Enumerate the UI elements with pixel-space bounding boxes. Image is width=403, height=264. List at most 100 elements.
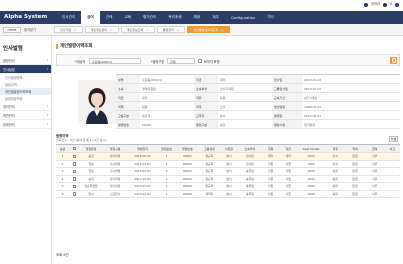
history-count: 조회건수 : 6건 (총 6건 중 1~6건 표시) [56, 138, 107, 142]
column-header[interactable]: 순번 [56, 144, 70, 153]
row-checkbox[interactable] [72, 169, 77, 173]
search-button[interactable] [390, 57, 397, 64]
column-header[interactable]: 직무 [325, 144, 346, 153]
profile-value: 2013.01.02 [304, 87, 322, 91]
table-cell: - [384, 175, 400, 183]
table-cell: 신규입사 [102, 190, 129, 198]
column-header[interactable]: 발령구분 [102, 144, 129, 153]
row-checkbox[interactable] [72, 177, 77, 181]
notification-count: 0 [389, 2, 392, 7]
nav-item[interactable]: Configuration [225, 11, 261, 24]
sidebar-item[interactable]: 발령관리 › [0, 56, 51, 65]
close-icon[interactable]: × [74, 28, 77, 32]
nav-item[interactable]: 급여 [81, 11, 100, 24]
nav-item[interactable]: 평가관리 [137, 11, 162, 24]
nav-item[interactable]: 교육 [118, 11, 137, 24]
table-cell: 사원 [279, 160, 297, 168]
tab-item[interactable]: 개인정보관리 × [84, 26, 119, 33]
favorites-link[interactable]: 즐겨찾기 [24, 27, 36, 32]
home-button[interactable]: HOME [3, 27, 21, 33]
row-checkbox[interactable] [72, 154, 77, 158]
column-header[interactable]: 고용형태 [198, 144, 221, 153]
row-checkbox[interactable] [72, 162, 77, 166]
chevron-icon: › [46, 104, 48, 108]
table-row[interactable]: 5 정규직전환 정기발령 2013.07.01 1 00005 정규직 본사 총무팀 사원 사원 10… [56, 182, 400, 191]
sidebar-item[interactable]: 징계관리 › [0, 120, 51, 129]
profile-value: 대리 [142, 96, 148, 100]
profile-value: 인사 [220, 105, 226, 109]
sidebar-title: 인사발령 [3, 46, 23, 52]
column-header[interactable]: 사업장 [220, 144, 238, 153]
tab-item[interactable]: 발령관리 × [156, 26, 186, 33]
profile-key: 발령일 [272, 111, 302, 119]
column-header[interactable]: 발령유형 [80, 144, 102, 153]
column-header[interactable]: 직책 [345, 144, 365, 153]
close-icon[interactable]: × [110, 28, 113, 32]
table-cell: - [384, 152, 400, 161]
sidebar-item[interactable]: 인사발령등록 [0, 74, 51, 81]
column-header[interactable]: 발령순번 [156, 144, 177, 153]
sidebar-item[interactable]: 인사발령 › [0, 65, 51, 74]
sidebar-item-label: 징계관리 [3, 122, 15, 127]
user-name[interactable]: 관리자 [371, 3, 380, 6]
notification-icon[interactable] [382, 3, 387, 7]
table-cell: 사원 [261, 190, 280, 198]
table-cell: 사원 [279, 190, 297, 198]
brand-logo[interactable]: Alpha System [4, 14, 47, 20]
sidebar-item[interactable]: 발령내역 [0, 81, 51, 88]
sidebar-item[interactable]: 발령현황조회 [0, 95, 51, 102]
column-header[interactable]: 직급 [279, 144, 297, 153]
column-header[interactable]: 비고 [384, 144, 400, 153]
nav-item[interactable]: 근태 [100, 11, 119, 24]
include-retired-checkbox[interactable] [198, 58, 202, 63]
tab-item[interactable]: 인사기본 × [54, 26, 83, 33]
tab-label: 개인정보관리 [90, 27, 108, 32]
nav-item[interactable]: 인사관리 [56, 11, 81, 24]
target-input[interactable]: 홍길동(00001) [89, 57, 141, 64]
nav-item[interactable]: 채용 [188, 11, 207, 24]
column-header[interactable]: 발령번호 [176, 144, 199, 153]
sidebar-item[interactable]: 겸직관리 › [0, 102, 51, 111]
include-retired-label: 퇴직자 포함 [204, 60, 220, 64]
close-icon[interactable]: × [221, 28, 224, 32]
table-cell: 1 [156, 152, 177, 161]
main-content: 개인발령이력조회 *대상자 홍길동(00001) *발령구분 전체 퇴직자 포함… [56, 36, 400, 264]
table-cell: - [384, 167, 400, 176]
sidebar-item[interactable]: 파견관리 › [0, 111, 51, 120]
table-cell: 정규직 [198, 167, 221, 176]
tab-item[interactable]: 개인별발령이력조회 × [187, 26, 230, 33]
column-header[interactable]: 발령일자 [128, 144, 157, 153]
table-cell: 총무 [325, 167, 346, 176]
column-header[interactable]: 소속부서 [237, 144, 262, 153]
column-header[interactable]: Cost Center [296, 144, 326, 153]
profile-key: 발령사유 [272, 120, 302, 128]
table-row[interactable]: 3 전보 수시발령 2014.01.01 1 00003 정규직 본사 총무팀 사원 사원 1000 총… [56, 167, 400, 176]
row-checkbox[interactable] [72, 184, 77, 188]
column-header[interactable] [69, 144, 81, 153]
sidebar-item-label: 발령관리 [3, 58, 15, 63]
select-all-checkbox[interactable] [72, 146, 77, 151]
table-cell: 총무 [325, 175, 346, 183]
table-row[interactable]: 6 입사 신규입사 2013.01.02 1 00006 계약직 본사 총무팀 사원 사원 1000 총… [56, 190, 400, 198]
column-header[interactable]: 급여 [364, 144, 385, 153]
table-cell: 3 [56, 167, 70, 176]
excel-button[interactable]: 엑셀 [389, 136, 398, 142]
column-header[interactable]: 직위 [261, 144, 280, 153]
nav-item[interactable]: 기타 [261, 11, 280, 24]
table-row[interactable]: 1 승진 정기발령 2015.05.01 1 00001 정규직 본사 인사팀 대리 대리 1000 인… [56, 152, 400, 161]
user-icon[interactable] [364, 3, 369, 7]
type-select[interactable]: 전체 [167, 57, 195, 64]
tab-label: 개인정보조회 [126, 27, 144, 32]
profile-value: 00001 [142, 123, 152, 127]
row-checkbox[interactable] [72, 192, 77, 196]
table-row[interactable]: 4 승진 정기발령 2013.12.01 1 00004 정규직 본사 총무팀 사원 사원 1000 총… [56, 175, 400, 183]
nav-item[interactable]: 복리후생 [162, 11, 187, 24]
chevron-icon: › [46, 58, 48, 62]
close-icon[interactable]: × [146, 28, 149, 32]
nav-item[interactable]: 재무 [206, 11, 225, 24]
tab-item[interactable]: 개인정보조회 × [120, 26, 155, 33]
logout-icon[interactable] [395, 3, 399, 7]
sidebar-item[interactable]: 개인별발령이력조회 [0, 88, 51, 95]
table-row[interactable]: 2 전보 수시발령 2014.03.01 1 00002 정규직 본사 인사팀 사원 사원 1000 인… [56, 160, 400, 168]
close-icon[interactable]: × [177, 28, 180, 32]
